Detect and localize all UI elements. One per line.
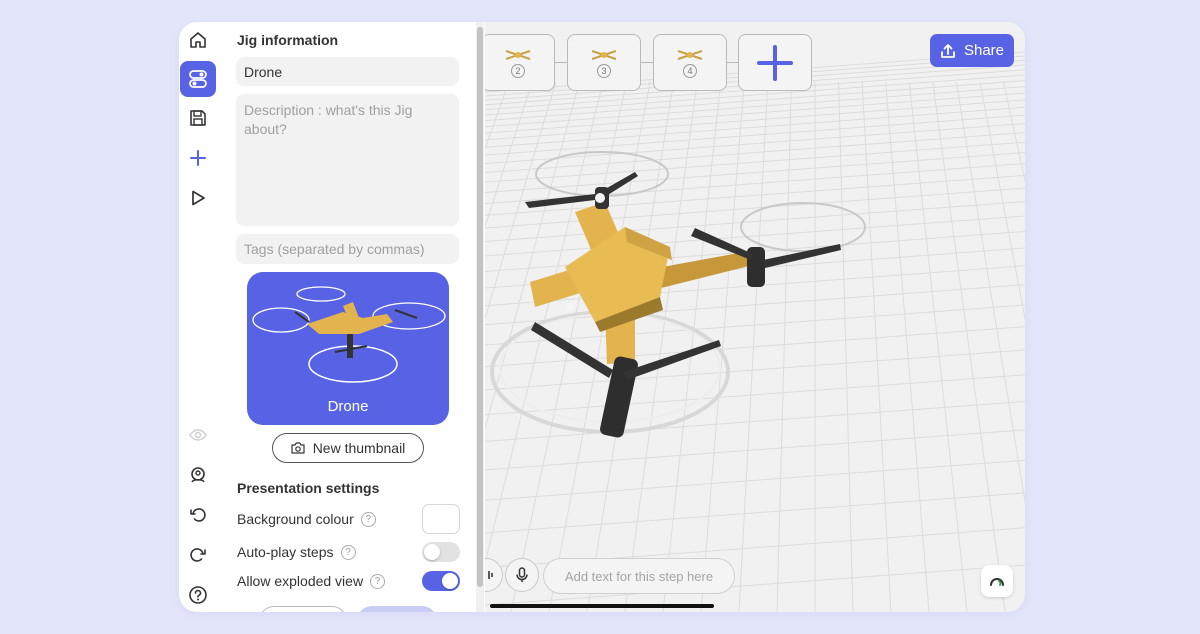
help-icon[interactable]: ? — [340, 544, 356, 560]
microphone-icon — [516, 567, 528, 582]
exploded-view-toggle[interactable] — [422, 571, 460, 591]
thumbnail-label: Drone — [327, 398, 369, 415]
plus-icon — [757, 44, 793, 81]
settings-user-icon — [191, 467, 205, 483]
help-icon[interactable]: ? — [360, 511, 376, 527]
drone-model[interactable] — [485, 132, 1025, 462]
save-icon — [190, 110, 206, 126]
step-number: 2 — [511, 63, 525, 78]
new-thumbnail-label: New thumbnail — [312, 440, 406, 456]
rail-help-button[interactable] — [180, 577, 216, 612]
setting-exploded-view: Allow exploded view ? — [237, 567, 460, 595]
toggle-knob — [442, 573, 458, 589]
hidden-eye-icon — [189, 429, 207, 441]
performance-gauge[interactable] — [981, 565, 1013, 597]
drone-thumb-icon — [677, 49, 703, 60]
tool-rail — [179, 22, 217, 612]
play-icon — [192, 190, 205, 206]
background-colour-picker[interactable] — [422, 504, 460, 534]
jig-info-panel: Jig information Drone Description : what… — [217, 22, 485, 612]
rail-home-button[interactable] — [180, 22, 216, 58]
step-card[interactable]: 4 — [653, 34, 727, 91]
home-icon — [190, 32, 206, 48]
save-button[interactable] — [357, 606, 437, 612]
setting-label: Auto-play steps — [237, 544, 334, 560]
home-indicator — [490, 604, 714, 608]
rail-add-button[interactable] — [180, 140, 216, 176]
drone-thumb-icon — [505, 49, 531, 60]
app-window: 2 3 4 Share Add text for this step here … — [179, 22, 1025, 612]
jig-info-title: Jig information — [237, 32, 339, 48]
waveform-icon — [488, 571, 493, 579]
jig-tags-input[interactable]: Tags (separated by commas) — [236, 234, 459, 264]
undo-icon — [190, 508, 206, 522]
panel-scrollbar[interactable] — [476, 22, 484, 612]
rail-save-button[interactable] — [180, 100, 216, 136]
jig-name-input[interactable]: Drone — [236, 57, 459, 86]
step-number: 4 — [683, 63, 697, 78]
new-thumbnail-button[interactable]: New thumbnail — [272, 433, 424, 463]
setting-label: Allow exploded view — [237, 573, 364, 589]
share-button[interactable]: Share — [930, 34, 1014, 67]
jig-description-input[interactable]: Description : what's this Jig about? — [236, 94, 459, 226]
rail-undo-button[interactable] — [180, 497, 216, 533]
toggles-icon — [189, 70, 207, 88]
camera-icon — [291, 442, 305, 454]
rail-hidden-button[interactable] — [180, 417, 216, 453]
help-icon — [189, 586, 207, 604]
scroll-thumb[interactable] — [477, 27, 483, 587]
jig-thumbnail[interactable]: Drone — [247, 272, 449, 425]
help-icon[interactable]: ? — [370, 573, 386, 589]
step-number: 3 — [597, 63, 611, 78]
presentation-title: Presentation settings — [237, 480, 380, 496]
step-text-input[interactable]: Add text for this step here — [543, 558, 735, 594]
setting-background-colour: Background colour ? — [237, 504, 460, 534]
add-step-button[interactable] — [738, 34, 812, 91]
step-connector — [641, 62, 653, 63]
rail-settings-button[interactable] — [180, 61, 216, 97]
toggle-knob — [424, 544, 440, 560]
setting-label: Background colour — [237, 511, 354, 527]
rail-redo-button[interactable] — [180, 537, 216, 573]
step-card[interactable]: 3 — [567, 34, 641, 91]
step-connector — [555, 62, 567, 63]
upload-icon — [941, 43, 955, 58]
record-audio-button[interactable] — [505, 558, 539, 592]
drone-thumbnail-image — [252, 286, 446, 383]
viewport-3d[interactable]: 2 3 4 Share Add text for this step here — [485, 22, 1025, 612]
step-card[interactable]: 2 — [485, 34, 555, 91]
gauge-icon — [990, 578, 1004, 586]
add-icon — [190, 150, 206, 166]
auto-play-toggle[interactable] — [422, 542, 460, 562]
share-label: Share — [963, 42, 1005, 59]
cancel-button[interactable] — [259, 606, 347, 612]
rail-account-button[interactable] — [180, 457, 216, 493]
drone-thumb-icon — [591, 49, 617, 60]
redo-icon — [190, 548, 206, 562]
setting-auto-play: Auto-play steps ? — [237, 538, 460, 566]
rail-play-button[interactable] — [180, 180, 216, 216]
